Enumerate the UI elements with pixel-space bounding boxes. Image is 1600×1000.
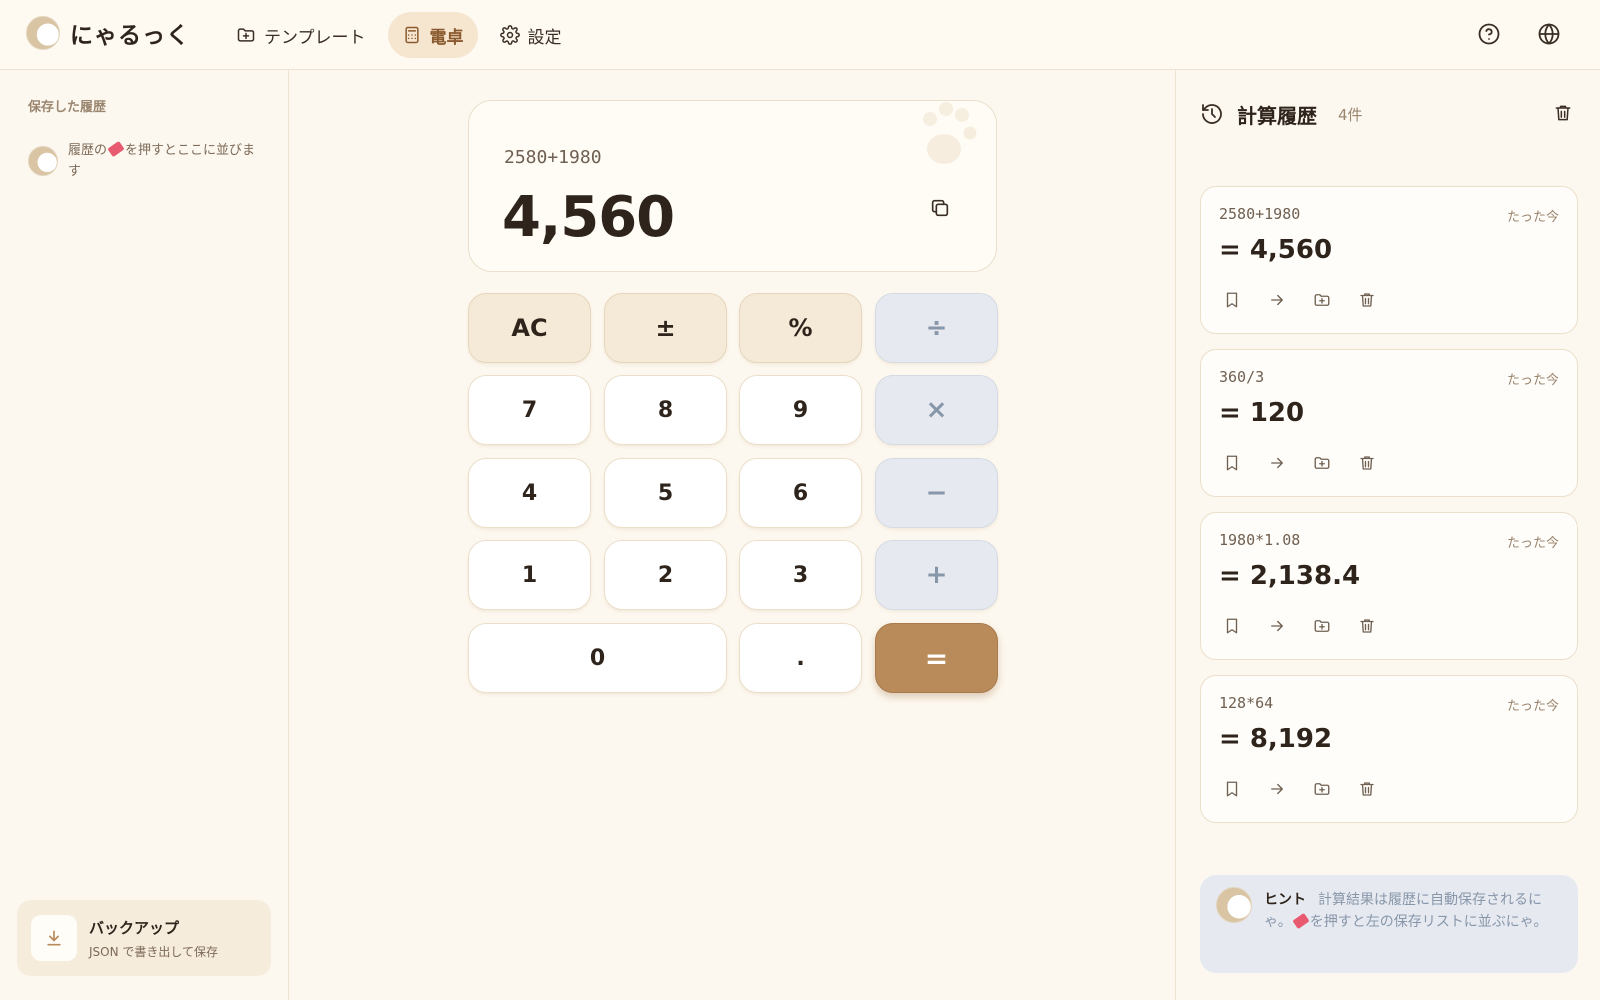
history-panel: 計算履歴 4件 2580+1980 たった今 = 4,560 360/3 たった…: [1175, 70, 1600, 1000]
history-result: = 8,192: [1219, 724, 1333, 754]
cat-avatar-icon: [28, 146, 58, 176]
history-card[interactable]: 2580+1980 たった今 = 4,560: [1200, 186, 1578, 334]
key-1[interactable]: 1: [468, 540, 591, 610]
backup-button[interactable]: バックアップ JSON で書き出して保存: [17, 900, 271, 976]
bookmark-tag-icon: [107, 140, 125, 158]
arrow-right-icon[interactable]: [1268, 617, 1286, 635]
folder-plus-icon[interactable]: [1313, 617, 1331, 635]
display-result: 4,560: [502, 185, 675, 250]
main-nav: テンプレート 電卓 設定: [222, 12, 584, 58]
trash-icon[interactable]: [1358, 780, 1376, 798]
history-result: = 4,560: [1219, 235, 1333, 265]
nav-tab-label: 設定: [527, 27, 562, 48]
key-subtract[interactable]: −: [875, 458, 998, 528]
key-divide[interactable]: ÷: [875, 293, 998, 363]
gear-icon: [499, 25, 520, 45]
trash-icon[interactable]: [1358, 454, 1376, 472]
backup-title: バックアップ: [89, 918, 180, 937]
nav-tab-calculator[interactable]: 電卓: [387, 12, 478, 58]
key-7[interactable]: 7: [468, 375, 591, 445]
help-icon[interactable]: [1477, 22, 1501, 46]
cat-avatar-icon: [1216, 887, 1252, 923]
history-title: 計算履歴: [1237, 104, 1317, 128]
history-card[interactable]: 1980*1.08 たった今 = 2,138.4: [1200, 512, 1578, 660]
empty-hint-text: 履歴の を押すとここに並びます: [68, 140, 263, 182]
calculator-display: 2580+1980 4,560: [468, 100, 997, 272]
bookmark-icon[interactable]: [1223, 617, 1241, 635]
key-4[interactable]: 4: [468, 458, 591, 528]
folder-plus-icon[interactable]: [1313, 780, 1331, 798]
app-logo[interactable]: にゃるっく: [26, 16, 190, 50]
hint-label: ヒント: [1264, 892, 1306, 908]
history-timestamp: たった今: [1506, 210, 1559, 225]
history-timestamp: たった今: [1506, 373, 1559, 388]
history-icon: [1202, 104, 1222, 124]
nav-tab-label: 電卓: [429, 27, 464, 48]
history-expression: 1980*1.08: [1219, 531, 1301, 549]
arrow-right-icon[interactable]: [1268, 780, 1286, 798]
key-all-clear[interactable]: AC: [468, 293, 591, 363]
download-icon: [31, 915, 77, 961]
hint-text: ヒント 計算結果は履歴に自動保存されるにゃ。 を押すと左の保存リストに並ぶにゃ。: [1264, 892, 1548, 930]
saved-history-title: 保存した履歴: [28, 100, 107, 115]
key-percent[interactable]: %: [739, 293, 862, 363]
history-result: = 2,138.4: [1219, 561, 1361, 591]
display-expression: 2580+1980: [504, 147, 602, 168]
history-timestamp: たった今: [1506, 536, 1559, 551]
copy-icon[interactable]: [929, 197, 951, 219]
nav-tab-label: テンプレート: [264, 27, 366, 48]
key-multiply[interactable]: ×: [875, 375, 998, 445]
key-plus-minus[interactable]: ±: [604, 293, 727, 363]
backup-subtitle: JSON で書き出して保存: [89, 944, 219, 959]
bookmark-tag-icon: [1292, 912, 1310, 930]
nav-tab-templates[interactable]: テンプレート: [222, 12, 380, 58]
history-card[interactable]: 128*64 たった今 = 8,192: [1200, 675, 1578, 823]
cat-logo-icon: [26, 16, 60, 50]
key-2[interactable]: 2: [604, 540, 727, 610]
key-add[interactable]: +: [875, 540, 998, 610]
key-3[interactable]: 3: [739, 540, 862, 610]
history-expression: 2580+1980: [1219, 205, 1301, 223]
clear-history-trash-icon[interactable]: [1553, 103, 1573, 123]
arrow-right-icon[interactable]: [1268, 291, 1286, 309]
folder-plus-icon[interactable]: [1313, 291, 1331, 309]
saved-history-sidebar: 保存した履歴 履歴の を押すとここに並びます バックアップ JSON で書き出して…: [0, 70, 289, 1000]
folder-plus-icon: [237, 28, 255, 42]
app-name: にゃるっく: [70, 23, 190, 49]
history-count: 4件: [1338, 106, 1363, 124]
paw-print-icon: [923, 102, 977, 164]
bookmark-icon[interactable]: [1223, 291, 1241, 309]
bookmark-icon[interactable]: [1223, 780, 1241, 798]
trash-icon[interactable]: [1358, 291, 1376, 309]
arrow-right-icon[interactable]: [1268, 454, 1286, 472]
globe-icon[interactable]: [1537, 22, 1561, 46]
folder-plus-icon[interactable]: [1313, 454, 1331, 472]
key-5[interactable]: 5: [604, 458, 727, 528]
history-result: = 120: [1219, 398, 1305, 428]
key-decimal[interactable]: .: [739, 623, 862, 693]
nav-tab-settings[interactable]: 設定: [486, 12, 576, 58]
history-card[interactable]: 360/3 たった今 = 120: [1200, 349, 1578, 497]
history-expression: 360/3: [1219, 368, 1265, 386]
calculator-icon: [404, 26, 419, 44]
hint-box: ヒント 計算結果は履歴に自動保存されるにゃ。 を押すと左の保存リストに並ぶにゃ。: [1200, 875, 1578, 973]
key-0[interactable]: 0: [468, 623, 727, 693]
key-9[interactable]: 9: [739, 375, 862, 445]
key-equals[interactable]: =: [875, 623, 998, 693]
history-timestamp: たった今: [1506, 699, 1559, 714]
bookmark-icon[interactable]: [1223, 454, 1241, 472]
saved-history-empty-hint: 履歴の を押すとここに並びます: [28, 140, 263, 182]
key-6[interactable]: 6: [739, 458, 862, 528]
trash-icon[interactable]: [1358, 617, 1376, 635]
history-expression: 128*64: [1219, 694, 1274, 712]
key-8[interactable]: 8: [604, 375, 727, 445]
app-header: にゃるっく テンプレート 電卓 設定: [0, 0, 1600, 70]
